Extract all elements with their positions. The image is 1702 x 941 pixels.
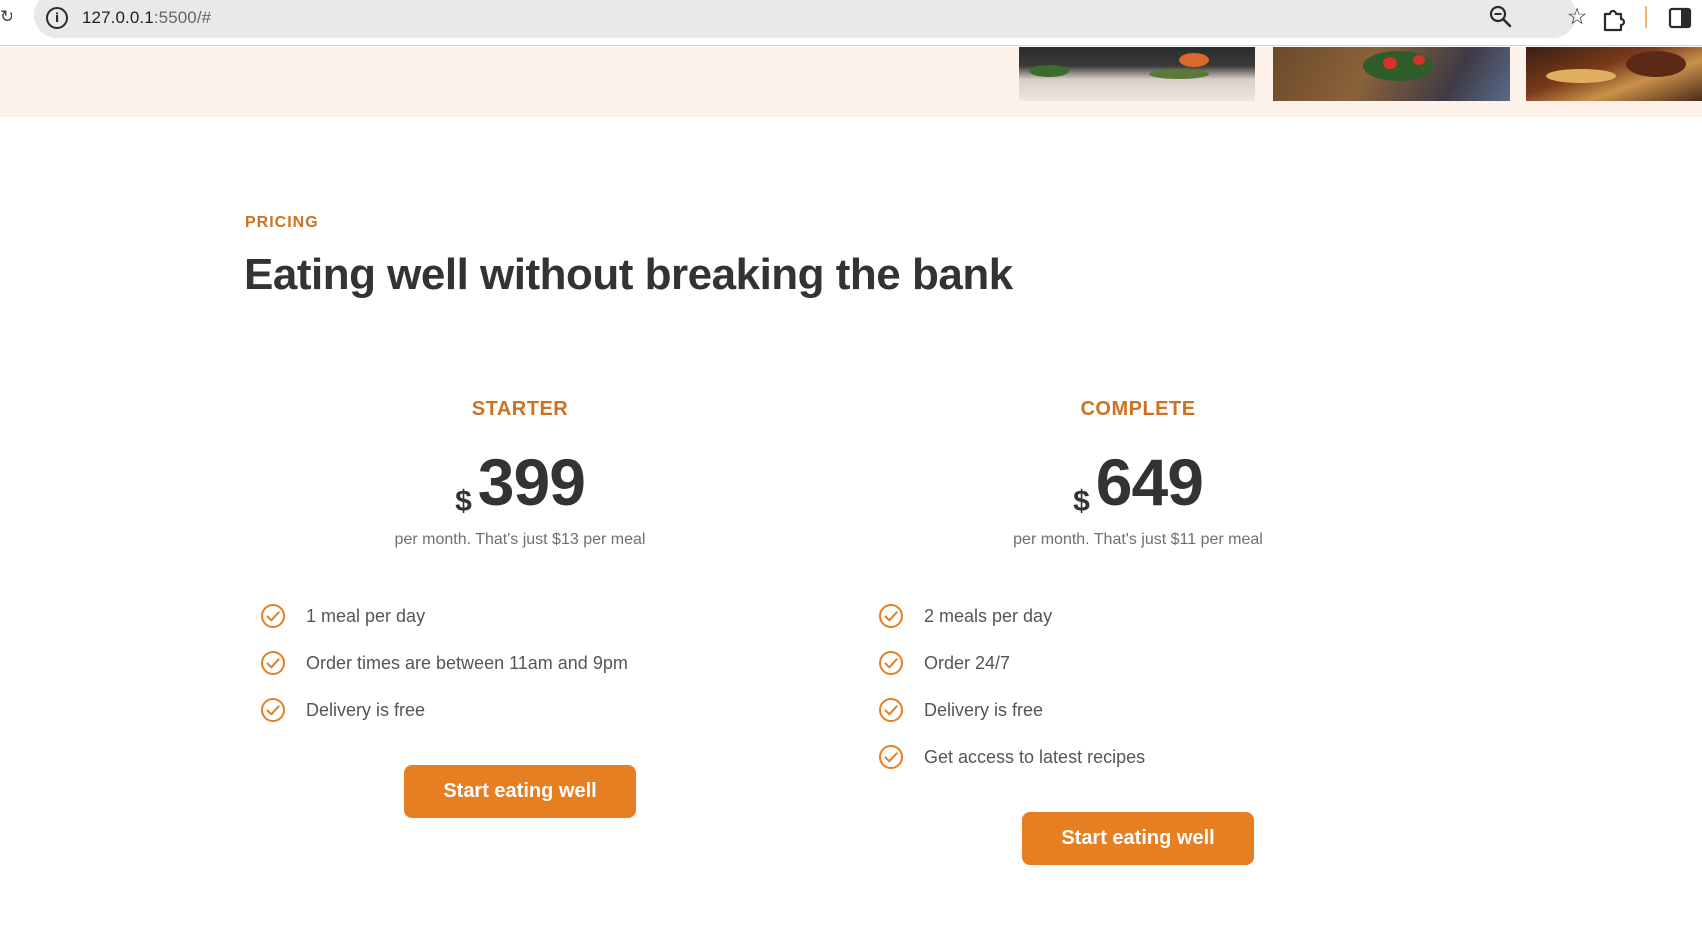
check-circle-icon xyxy=(879,698,903,722)
start-eating-well-button[interactable]: Start eating well xyxy=(404,765,636,818)
meal-photo xyxy=(1526,47,1702,101)
reload-icon[interactable]: ↻ xyxy=(0,8,12,26)
feature-item: Delivery is free xyxy=(260,697,780,744)
url-path: :5500/# xyxy=(153,8,212,27)
meal-photo xyxy=(1019,47,1255,101)
feature-item: Order 24/7 xyxy=(878,650,1398,697)
start-eating-well-button[interactable]: Start eating well xyxy=(1022,812,1254,865)
feature-text: 1 meal per day xyxy=(306,606,426,626)
currency-symbol: $ xyxy=(455,485,472,518)
pricing-plan-starter: STARTER $399 per month. That's just $13 … xyxy=(260,398,780,818)
plan-price-note: per month. That's just $11 per meal xyxy=(1013,531,1263,548)
plan-name: STARTER xyxy=(471,398,569,420)
currency-symbol: $ xyxy=(1073,485,1090,518)
url-host: 127.0.0.1 xyxy=(82,8,154,27)
address-bar[interactable]: i 127.0.0.1:5500/# ☆ xyxy=(34,0,1587,38)
price-amount: 649 xyxy=(1095,445,1204,519)
feature-item: 1 meal per day xyxy=(260,603,780,650)
star-icon[interactable]: ☆ xyxy=(1564,4,1590,30)
check-circle-icon xyxy=(261,698,285,722)
toolbar-divider xyxy=(1645,6,1647,28)
puzzle-icon[interactable] xyxy=(1600,6,1626,32)
feature-list: 2 meals per day Order 24/7 Delivery is f… xyxy=(878,603,1398,791)
plan-price: $399 xyxy=(260,445,780,519)
check-circle-icon xyxy=(261,604,285,628)
feature-text: 2 meals per day xyxy=(924,606,1053,626)
feature-text: Delivery is free xyxy=(306,700,426,720)
feature-text: Order times are between 11am and 9pm xyxy=(306,653,628,673)
hero-section-bottom xyxy=(0,47,1702,117)
feature-item: 2 meals per day xyxy=(878,603,1398,650)
feature-text: Get access to latest recipes xyxy=(924,747,1146,767)
price-amount: 399 xyxy=(477,445,586,519)
feature-list: 1 meal per day Order times are between 1… xyxy=(260,603,780,744)
check-circle-icon xyxy=(879,745,903,769)
pricing-plan-complete: COMPLETE $649 per month. That's just $11… xyxy=(878,398,1398,865)
plan-name: COMPLETE xyxy=(1080,398,1196,420)
section-title: Eating well without breaking the bank xyxy=(244,250,1013,299)
plan-price: $649 xyxy=(878,445,1398,519)
check-circle-icon xyxy=(261,651,285,675)
feature-item: Get access to latest recipes xyxy=(878,744,1398,791)
feature-text: Delivery is free xyxy=(924,700,1044,720)
meal-photo xyxy=(1273,47,1510,101)
info-icon[interactable]: i xyxy=(46,7,68,29)
side-panel-icon[interactable] xyxy=(1668,6,1692,30)
feature-item: Order times are between 11am and 9pm xyxy=(260,650,780,697)
section-subheading: PRICING xyxy=(245,214,319,231)
browser-toolbar: ↻ i 127.0.0.1:5500/# ☆ xyxy=(0,0,1702,46)
check-circle-icon xyxy=(879,651,903,675)
feature-item: Delivery is free xyxy=(878,697,1398,744)
check-circle-icon xyxy=(879,604,903,628)
zoom-icon[interactable] xyxy=(1488,4,1514,30)
plan-price-note: per month. That's just $13 per meal xyxy=(394,531,646,548)
feature-text: Order 24/7 xyxy=(924,653,1011,673)
url-text[interactable]: 127.0.0.1:5500/# xyxy=(82,8,211,28)
